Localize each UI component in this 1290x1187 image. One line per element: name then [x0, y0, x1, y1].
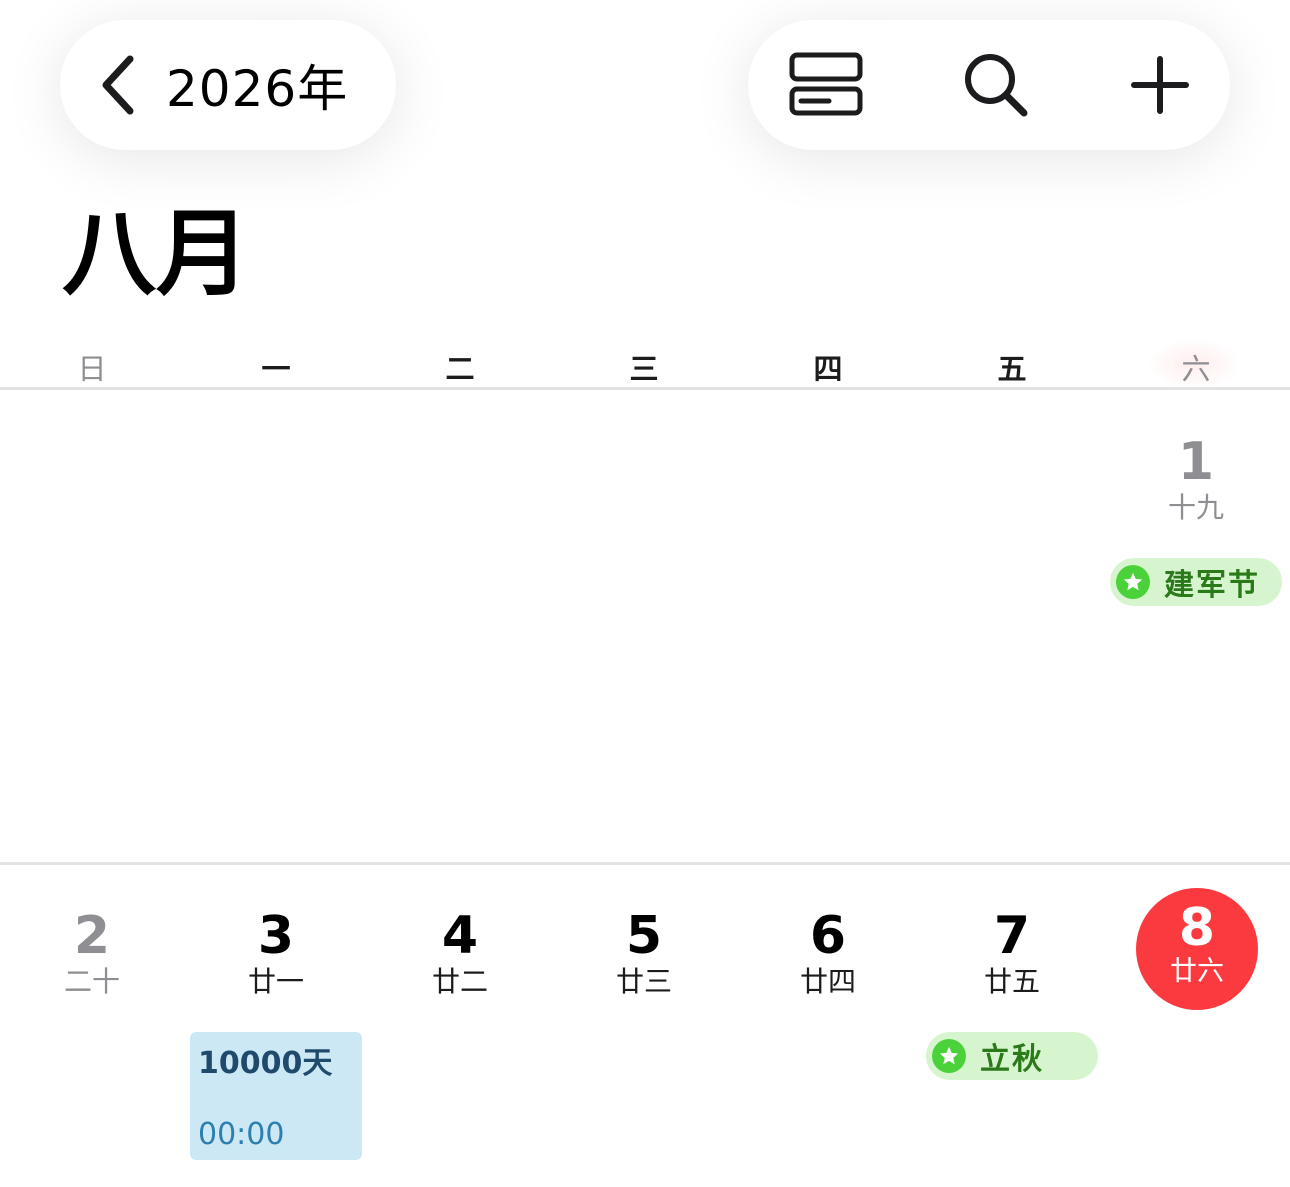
search-button[interactable] [938, 20, 1054, 150]
list-view-button[interactable] [768, 20, 884, 150]
day-cell-2[interactable]: 2 二十 [0, 910, 184, 996]
list-view-icon [789, 52, 863, 116]
holiday-badge[interactable]: 建军节 [1110, 558, 1282, 606]
weekday-sun: 日 [77, 352, 107, 386]
lunar-date: 廿四 [799, 965, 856, 998]
year-label: 2026年 [166, 60, 349, 118]
star-icon [932, 1039, 966, 1073]
day-cell-1[interactable]: 1 十九 [1104, 436, 1288, 522]
day-number: 3 [257, 906, 295, 966]
weekday-thu: 四 [813, 352, 843, 386]
holiday-name: 建军节 [1164, 568, 1260, 603]
holiday-badge[interactable]: 立秋 [926, 1032, 1098, 1080]
weekday-header: 日 一 二 三 四 五 六 [0, 338, 1290, 390]
day-number: 6 [809, 906, 847, 966]
day-number: 7 [993, 906, 1031, 966]
day-cell-4[interactable]: 4 廿二 [368, 910, 552, 996]
weekday-fri: 五 [997, 352, 1027, 386]
add-event-button[interactable] [1102, 20, 1218, 150]
day-number: 2 [73, 906, 111, 966]
day-cell-7[interactable]: 7 廿五 [920, 910, 1104, 996]
weekday-mon: 一 [261, 352, 291, 386]
week-divider [0, 862, 1290, 865]
day-number: 4 [441, 906, 479, 966]
lunar-date: 廿三 [615, 965, 672, 998]
search-icon [965, 54, 1028, 117]
lunar-date: 廿二 [431, 965, 488, 998]
weekday-wed: 三 [629, 352, 659, 386]
divider [0, 387, 1290, 390]
day-number: 8 [1178, 898, 1216, 958]
lunar-date: 二十 [63, 965, 120, 998]
event-block[interactable]: 10000天 00:00 [190, 1032, 362, 1160]
today-marker[interactable]: 8 廿六 [1136, 888, 1258, 1010]
day-cell-6[interactable]: 6 廿四 [736, 910, 920, 996]
plus-icon [1131, 56, 1189, 114]
holiday-name: 立秋 [980, 1042, 1044, 1077]
month-title: 八月 [62, 200, 251, 309]
back-to-year-button[interactable]: 2026年 [60, 20, 396, 150]
lunar-date: 十九 [1167, 491, 1224, 524]
day-number: 1 [1177, 432, 1215, 492]
lunar-date: 廿六 [1170, 956, 1224, 987]
day-cell-5[interactable]: 5 廿三 [552, 910, 736, 996]
lunar-date: 廿一 [247, 965, 304, 998]
weekday-tue: 二 [445, 352, 475, 386]
event-time: 00:00 [198, 1117, 285, 1152]
weekday-sat: 六 [1181, 352, 1211, 386]
event-title: 10000天 [198, 1046, 333, 1081]
star-icon [1116, 565, 1150, 599]
chevron-left-icon [102, 55, 134, 115]
day-number: 5 [625, 906, 663, 966]
day-cell-3[interactable]: 3 廿一 [184, 910, 368, 996]
toolbar-actions [748, 20, 1230, 150]
lunar-date: 廿五 [983, 965, 1040, 998]
